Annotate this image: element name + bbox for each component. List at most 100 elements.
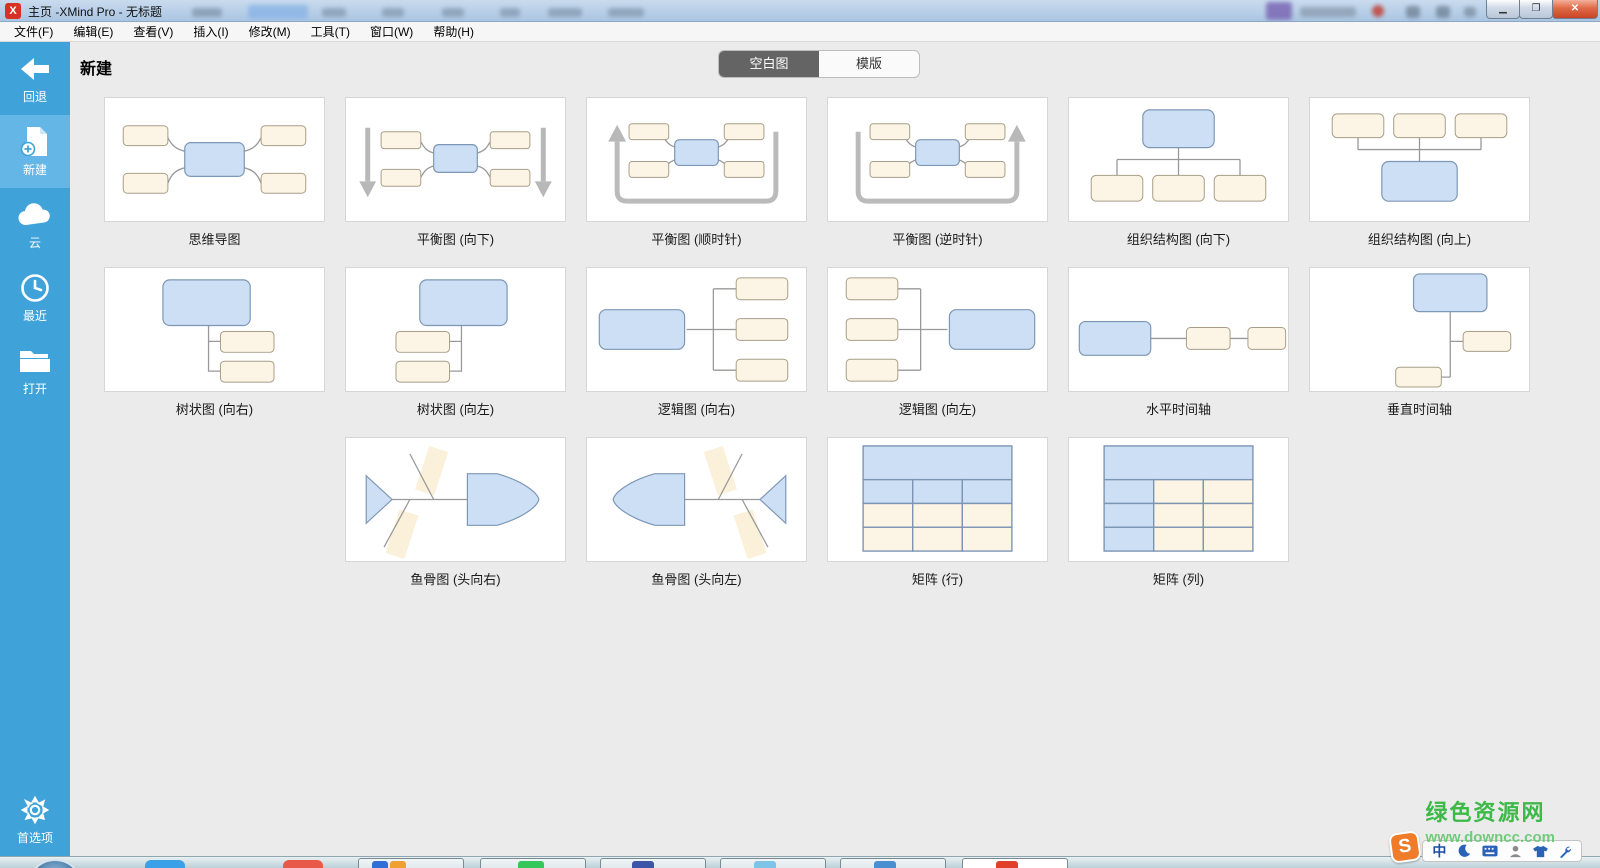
template-thumbnail-logic-left (827, 267, 1048, 392)
menu-item-insert[interactable]: 插入(I) (183, 21, 238, 42)
folder-icon (18, 344, 52, 378)
minimize-button[interactable]: ▁ (1486, 0, 1520, 19)
template-label: 平衡图 (顺时针) (586, 229, 807, 248)
template-thumbnail-fishbone-right (345, 437, 566, 562)
title-bar: X 主页 -XMind Pro - 无标题 ▁ ❐ ✕ (0, 0, 1600, 22)
background-window-blur (1464, 7, 1476, 17)
sogou-input-icon[interactable]: S (1388, 830, 1422, 864)
background-window-blur (322, 8, 346, 17)
template-thumbnail-tree-left (345, 267, 566, 392)
background-window-blur (192, 8, 222, 17)
template-thumbnail-logic-right (586, 267, 807, 392)
template-label: 思维导图 (104, 229, 325, 248)
start-button[interactable] (27, 859, 83, 868)
sidebar-item-back[interactable]: 回退 (0, 42, 70, 115)
sidebar-item-cloud[interactable]: 云 (0, 188, 70, 261)
template-label: 树状图 (向右) (104, 399, 325, 418)
template-thumbnail-balance-ccw (827, 97, 1048, 222)
background-window-blur (1436, 6, 1450, 18)
template-grid: 思维导图 平衡图 (向下) 平衡图 (顺时针) 平衡图 (逆时针) 组织结构图 (向下)… (70, 97, 1600, 607)
background-window-blur (442, 8, 464, 17)
taskbar-window-icon (874, 861, 896, 868)
sidebar-item-recent[interactable]: 最近 (0, 261, 70, 334)
page-title: 新建 (80, 55, 112, 79)
taskbar-window-icon (518, 861, 544, 868)
template-thumbnail-tree-right (104, 267, 325, 392)
template-card-fishbone-right[interactable]: 鱼骨图 (头向右) (345, 437, 566, 607)
template-label: 逻辑图 (向左) (827, 399, 1048, 418)
template-card-mindmap[interactable]: 思维导图 (104, 97, 325, 267)
menu-item-file[interactable]: 文件(F) (4, 21, 63, 42)
taskbar-window-icon (372, 861, 388, 868)
template-label: 鱼骨图 (头向左) (586, 569, 807, 588)
template-card-timeline-v[interactable]: 垂直时间轴 (1309, 267, 1530, 437)
taskbar-window-icon (996, 861, 1018, 868)
template-card-logic-left[interactable]: 逻辑图 (向左) (827, 267, 1048, 437)
template-card-balance-ccw[interactable]: 平衡图 (逆时针) (827, 97, 1048, 267)
template-row-1: 思维导图 平衡图 (向下) 平衡图 (顺时针) 平衡图 (逆时针) 组织结构图 (向下)… (104, 97, 1600, 267)
template-card-org-down[interactable]: 组织结构图 (向下) (1068, 97, 1289, 267)
taskbar-app-icon[interactable] (145, 860, 185, 868)
template-card-tree-right[interactable]: 树状图 (向右) (104, 267, 325, 437)
template-thumbnail-timeline-h (1068, 267, 1289, 392)
template-thumbnail-balance-down (345, 97, 566, 222)
window-title: 主页 -XMind Pro - 无标题 (28, 3, 162, 20)
background-window-blur (548, 8, 582, 17)
menu-item-edit[interactable]: 编辑(E) (63, 21, 123, 42)
template-card-matrix-col[interactable]: 矩阵 (列) (1068, 437, 1289, 607)
template-label: 矩阵 (列) (1068, 569, 1289, 588)
background-window-blur (500, 8, 520, 17)
template-card-balance-cw[interactable]: 平衡图 (顺时针) (586, 97, 807, 267)
sidebar-item-preferences[interactable]: 首选项 (0, 783, 70, 856)
template-thumbnail-matrix-row (827, 437, 1048, 562)
menu-item-tools[interactable]: 工具(T) (301, 21, 360, 42)
template-card-fishbone-left[interactable]: 鱼骨图 (头向左) (586, 437, 807, 607)
template-card-org-up[interactable]: 组织结构图 (向上) (1309, 97, 1530, 267)
background-window-blur (382, 8, 404, 17)
keyboard-icon[interactable] (1482, 845, 1498, 857)
taskbar-window-icon (390, 861, 406, 868)
main-content: 新建 空白图模版 思维导图 平衡图 (向下) 平衡图 (顺时针) 平衡图 (逆时针) 组… (70, 42, 1600, 856)
new-document-icon (20, 125, 50, 159)
sidebar-item-new[interactable]: 新建 (0, 115, 70, 188)
template-label: 逻辑图 (向右) (586, 399, 807, 418)
close-button[interactable]: ✕ (1552, 0, 1598, 19)
template-thumbnail-org-up (1309, 97, 1530, 222)
wrench-icon[interactable] (1559, 845, 1572, 858)
template-card-timeline-h[interactable]: 水平时间轴 (1068, 267, 1289, 437)
background-window-blur (1266, 2, 1292, 20)
background-window-blur (608, 8, 644, 17)
person-icon[interactable] (1509, 845, 1522, 858)
tab-template[interactable]: 模版 (819, 51, 919, 77)
template-card-balance-down[interactable]: 平衡图 (向下) (345, 97, 566, 267)
background-window-blur (1300, 7, 1356, 17)
menu-item-help[interactable]: 帮助(H) (423, 21, 484, 42)
menu-item-modify[interactable]: 修改(M) (239, 21, 301, 42)
template-row-3: 鱼骨图 (头向右) 鱼骨图 (头向左) 矩阵 (行) 矩阵 (列) (345, 437, 1600, 607)
skin-icon[interactable] (1533, 845, 1548, 858)
template-thumbnail-matrix-col (1068, 437, 1289, 562)
maximize-button[interactable]: ❐ (1519, 0, 1553, 19)
template-card-logic-right[interactable]: 逻辑图 (向右) (586, 267, 807, 437)
template-label: 组织结构图 (向下) (1068, 229, 1289, 248)
background-window-blur (248, 5, 308, 19)
background-window-blur (1372, 5, 1384, 17)
menu-item-window[interactable]: 窗口(W) (360, 21, 423, 42)
tab-blank[interactable]: 空白图 (719, 51, 819, 77)
window-controls: ▁ ❐ ✕ (1487, 0, 1598, 19)
chinese-mode-icon[interactable]: 中 (1432, 841, 1446, 861)
template-row-2: 树状图 (向右) 树状图 (向左) 逻辑图 (向右) 逻辑图 (向左) 水平时间轴垂直时… (104, 267, 1600, 437)
template-card-matrix-row[interactable]: 矩阵 (行) (827, 437, 1048, 607)
sidebar-item-open[interactable]: 打开 (0, 334, 70, 407)
template-thumbnail-balance-cw (586, 97, 807, 222)
menu-bar: 文件(F)编辑(E)查看(V)插入(I)修改(M)工具(T)窗口(W)帮助(H) (0, 22, 1600, 42)
back-arrow-icon (18, 52, 52, 86)
sidebar: 回退新建云最近打开首选项 (0, 42, 70, 856)
menu-item-view[interactable]: 查看(V) (123, 21, 183, 42)
view-tab-group: 空白图模版 (718, 50, 920, 78)
taskbar-app-icon[interactable] (283, 860, 323, 868)
template-label: 树状图 (向左) (345, 399, 566, 418)
moon-icon[interactable] (1457, 844, 1471, 858)
template-card-tree-left[interactable]: 树状图 (向左) (345, 267, 566, 437)
cloud-icon (17, 198, 53, 232)
